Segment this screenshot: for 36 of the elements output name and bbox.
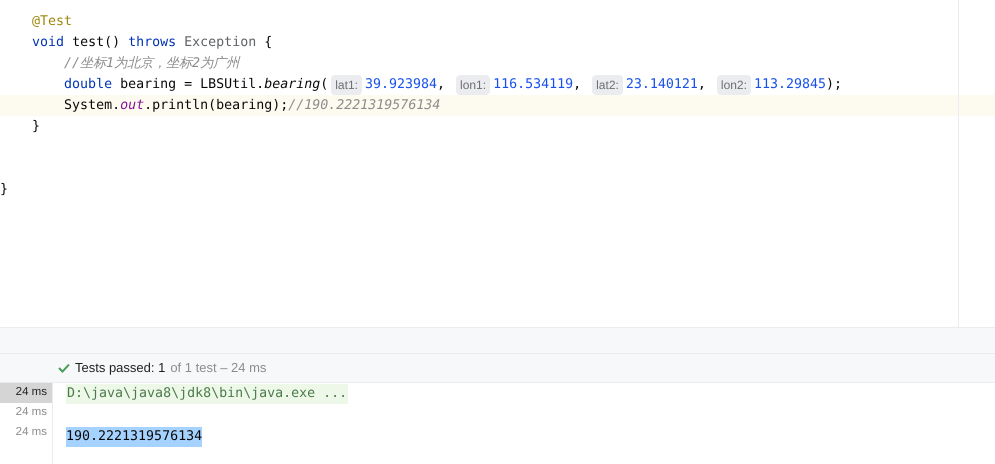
parameter-hint: lat2: — [592, 74, 623, 94]
code-token: , — [573, 76, 582, 94]
code-token: , — [698, 76, 707, 94]
code-token: out — [120, 96, 144, 115]
code-token: ( — [320, 76, 328, 94]
tests-detail: of 1 test – 24 ms — [170, 359, 266, 378]
code-token: 23.140121 — [626, 76, 698, 94]
code-token: //190.2221319576134 — [288, 96, 440, 115]
console-output: 190.2221319576134 — [66, 427, 202, 447]
code-token: , — [437, 76, 446, 94]
code-token: 113.29845 — [754, 76, 826, 94]
parameter-hint: lat1: — [331, 74, 362, 94]
test-timing[interactable]: 24 ms — [0, 403, 52, 423]
code-token: throws — [128, 34, 178, 52]
code-token: double — [63, 76, 114, 94]
code-token: { — [264, 34, 272, 52]
code-token: //坐标1为北京，坐标2为广州 — [63, 54, 240, 73]
code-token: test() — [72, 34, 122, 52]
test-timing[interactable]: 24 ms — [0, 423, 52, 443]
code-token: bearing — [264, 76, 320, 94]
code-token: Exception — [184, 34, 258, 52]
console-command: D:\java\java8\jdk8\bin\java.exe ... — [66, 384, 348, 404]
code-token: @Test — [31, 12, 72, 31]
parameter-hint: lon1: — [456, 74, 490, 94]
code-token: System. — [63, 96, 120, 115]
code-token: 39.923984 — [364, 76, 438, 94]
code-token: } — [0, 180, 8, 199]
code-token: void — [31, 34, 66, 52]
test-timing[interactable]: 24 ms — [0, 383, 52, 403]
code-token: bearing = LBSUtil. — [120, 76, 264, 94]
tests-passed-label: Tests passed: 1 — [75, 359, 166, 378]
code-token: ); — [826, 76, 842, 94]
parameter-hint: lon2: — [716, 74, 751, 94]
code-token: 116.534119 — [493, 76, 574, 94]
code-token: .println(bearing); — [144, 96, 288, 115]
code-token: } — [31, 118, 40, 136]
